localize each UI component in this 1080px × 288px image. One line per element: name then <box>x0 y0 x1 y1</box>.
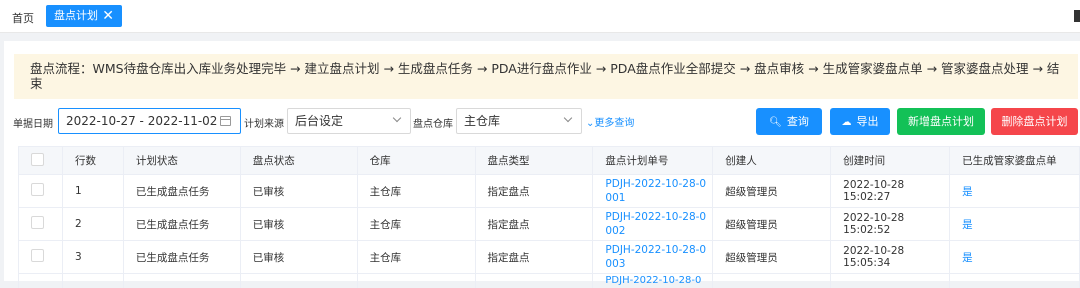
generated-flag-link[interactable]: 是 <box>950 241 1080 274</box>
col-header: 创建时间 <box>831 147 950 175</box>
order-number-link[interactable]: PDJH-2022-10-28-0 003 <box>593 241 713 274</box>
cell: 1 <box>62 175 123 208</box>
source-label: 计划来源 <box>244 115 284 130</box>
col-header: 创建人 <box>713 147 831 175</box>
order-number-link[interactable]: PDJH-2022-10-28-0 001 <box>593 175 713 208</box>
warehouse-label: 盘点仓库 <box>413 115 453 130</box>
close-icon[interactable]: ✕ <box>102 5 114 27</box>
cell: 2022-10-28 15:02:52 <box>831 208 950 241</box>
col-header: 盘点类型 <box>475 147 593 175</box>
warehouse-select[interactable]: 主仓库 <box>456 108 582 134</box>
delete-plan-button[interactable]: 删除盘点计划 <box>991 108 1078 135</box>
menu-icon[interactable] <box>1074 10 1080 22</box>
table-row[interactable]: 2 已生成盘点任务 已审核 主仓库 指定盘点 PDJH-2022-10-28-0… <box>19 208 1080 241</box>
cell: 已审核 <box>240 241 357 274</box>
cell: 指定盘点 <box>475 241 593 274</box>
col-header: 盘点状态 <box>240 147 357 175</box>
cell: 指定盘点 <box>475 208 593 241</box>
calendar-icon <box>220 116 231 126</box>
table-header-row: 行数 计划状态 盘点状态 仓库 盘点类型 盘点计划单号 创建人 创建时间 已生成… <box>19 147 1080 175</box>
col-header: 已生成管家婆盘点单 <box>950 147 1080 175</box>
add-plan-button[interactable]: 新增盘点计划 <box>897 108 985 135</box>
date-label: 单据日期 <box>13 115 53 130</box>
cell: 指定盘点 <box>475 175 593 208</box>
source-select[interactable]: 后台设定 <box>287 108 411 134</box>
tab-label: 盘点计划 <box>54 9 98 22</box>
row-checkbox-cell <box>19 208 63 241</box>
inventory-plan-table: 行数 计划状态 盘点状态 仓库 盘点类型 盘点计划单号 创建人 创建时间 已生成… <box>18 146 1080 288</box>
cell: 2 <box>62 208 123 241</box>
chevron-down-icon <box>393 114 401 122</box>
date-range-value: 2022-10-27 - 2022-11-02 <box>66 114 217 128</box>
chevron-down-icon <box>564 114 572 122</box>
warehouse-value: 主仓库 <box>464 114 500 128</box>
cell: 主仓库 <box>357 175 475 208</box>
cell: 超级管理员 <box>713 175 831 208</box>
select-all-checkbox[interactable] <box>31 153 44 166</box>
cell: 2022-10-28 15:02:27 <box>831 175 950 208</box>
more-query-link[interactable]: ⌄更多查询 <box>586 114 634 129</box>
filter-bar: 单据日期 2022-10-27 - 2022-11-02 计划来源 后台设定 盘… <box>4 106 1080 134</box>
export-button[interactable]: ☁︎ 导出 <box>830 108 890 135</box>
cell: 主仓库 <box>357 241 475 274</box>
source-value: 后台设定 <box>295 114 343 128</box>
search-icon: 🔍︎ <box>769 109 782 136</box>
cell: 主仓库 <box>357 208 475 241</box>
row-checkbox[interactable] <box>31 216 44 229</box>
tab-home[interactable]: 首页 <box>12 10 34 26</box>
generated-flag-link[interactable]: 是 <box>950 175 1080 208</box>
cell: 已生成盘点任务 <box>123 241 240 274</box>
table-row[interactable]: 3 已生成盘点任务 已审核 主仓库 指定盘点 PDJH-2022-10-28-0… <box>19 241 1080 274</box>
search-button[interactable]: 🔍︎ 查询 <box>756 108 822 135</box>
search-button-label: 查询 <box>787 115 809 128</box>
cell: 已生成盘点任务 <box>123 208 240 241</box>
cell: 超级管理员 <box>713 241 831 274</box>
export-button-label: 导出 <box>857 115 879 128</box>
main-panel: 盘点流程：WMS待盘仓库出入库业务处理完毕 → 建立盘点计划 → 生成盘点任务 … <box>4 41 1080 281</box>
row-checkbox-cell <box>19 241 63 274</box>
row-checkbox[interactable] <box>31 183 44 196</box>
row-checkbox-cell <box>19 175 63 208</box>
cell: 超级管理员 <box>713 208 831 241</box>
cell: 3 <box>62 241 123 274</box>
table-row[interactable]: 1 已生成盘点任务 已审核 主仓库 指定盘点 PDJH-2022-10-28-0… <box>19 175 1080 208</box>
cloud-upload-icon: ☁︎ <box>842 109 852 136</box>
col-header: 行数 <box>62 147 123 175</box>
process-flow-banner: 盘点流程：WMS待盘仓库出入库业务处理完毕 → 建立盘点计划 → 生成盘点任务 … <box>14 54 1078 99</box>
order-number-link[interactable]: PDJH-2022-10-28-0 002 <box>593 208 713 241</box>
cell: 已审核 <box>240 208 357 241</box>
row-checkbox[interactable] <box>31 249 44 262</box>
cell: 已审核 <box>240 175 357 208</box>
date-range-input[interactable]: 2022-10-27 - 2022-11-02 <box>58 108 241 134</box>
generated-flag-link[interactable]: 是 <box>950 208 1080 241</box>
tab-bar: 首页 盘点计划 ✕ <box>0 0 1080 33</box>
col-header: 盘点计划单号 <box>593 147 713 175</box>
tab-inventory-plan[interactable]: 盘点计划 ✕ <box>46 5 122 27</box>
col-header: 仓库 <box>357 147 475 175</box>
cell: 2022-10-28 15:05:34 <box>831 241 950 274</box>
cell: 已生成盘点任务 <box>123 175 240 208</box>
select-all-checkbox-cell <box>19 147 63 175</box>
col-header: 计划状态 <box>123 147 240 175</box>
